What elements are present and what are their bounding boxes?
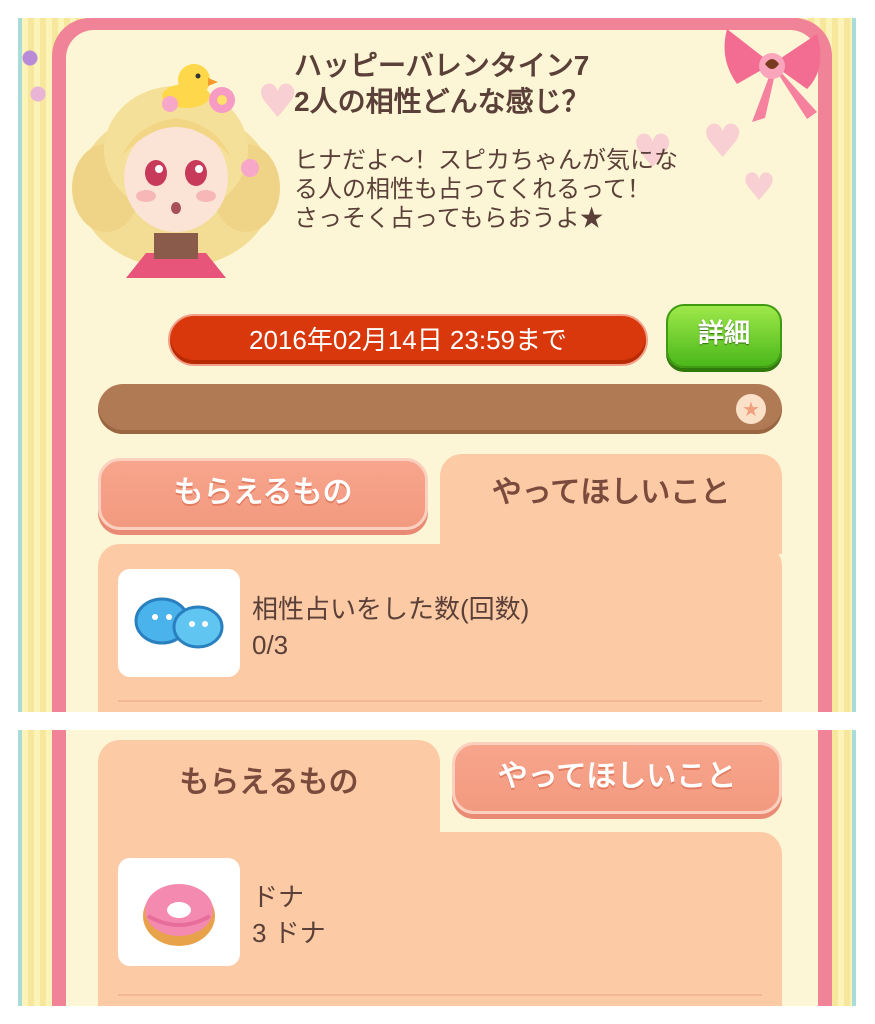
tab-rewards[interactable]: もらえるもの	[98, 458, 428, 530]
decorative-dots	[22, 38, 50, 118]
pink-donut-icon	[118, 858, 240, 966]
rewards-content: ドナ 3 ドナ	[98, 832, 782, 1006]
mission-progress-bar: ★	[98, 384, 782, 434]
mission-title-line: 2人の相性どんな感じ？	[294, 86, 590, 117]
reward-item-label: ドナ	[252, 882, 305, 912]
description-line: る人の相性も占ってくれるって！	[294, 176, 651, 203]
detail-button[interactable]: 詳細	[666, 304, 782, 368]
star-icon: ★	[736, 394, 766, 424]
item-divider	[118, 700, 762, 702]
blue-slime-pair-icon	[118, 569, 240, 677]
mission-title-line: ハッピーバレンタイン7	[294, 50, 590, 81]
tasks-content: 相性占いをした数(回数) 0/3	[98, 544, 782, 712]
tab-rewards[interactable]: もらえるもの	[98, 740, 440, 844]
mission-title: ハッピーバレンタイン7 2人の相性どんな感じ？	[294, 48, 724, 120]
mission-description: ヒナだよ～！スピカちゃんが気にな る人の相性も占ってくれるって！ さっそく占って…	[294, 146, 804, 233]
mission-panel: ♥ ♥ ♥ ♥ ♥ ハッピーバレンタイ	[18, 18, 856, 712]
rewards-panel: もらえるもの やってほしいこと ドナ 3 ドナ	[18, 730, 856, 1006]
tab-tasks[interactable]: やってほしいこと	[452, 742, 782, 814]
ribbon-bow-icon	[724, 29, 821, 122]
description-line: さっそく占ってもらおうよ★	[294, 205, 604, 232]
reward-item-amount: 3 ドナ	[252, 918, 326, 948]
tab-tasks[interactable]: やってほしいこと	[440, 454, 782, 554]
deadline-badge: 2016年02月14日 23:59まで	[168, 314, 648, 366]
task-item-label: 相性占いをした数(回数)	[252, 594, 530, 624]
task-item-progress: 0/3	[252, 630, 289, 660]
character-avatar	[72, 64, 280, 278]
item-divider	[118, 994, 762, 996]
description-line: ヒナだよ～！スピカちゃんが気にな	[294, 147, 678, 174]
